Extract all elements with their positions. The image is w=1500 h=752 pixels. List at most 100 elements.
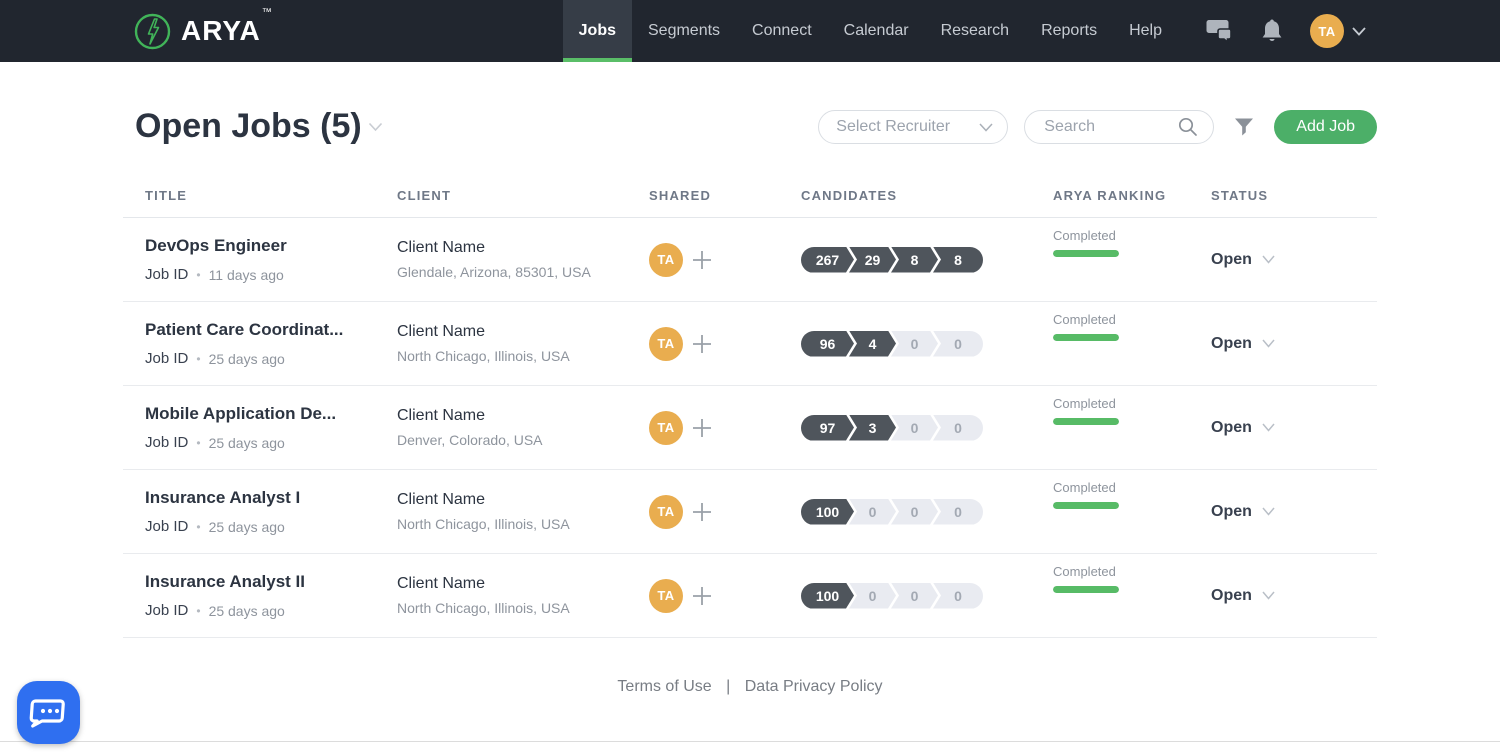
status-dropdown[interactable]: Open <box>1211 335 1377 353</box>
nav-tab-help[interactable]: Help <box>1113 0 1178 62</box>
messages-icon[interactable] <box>1204 18 1234 44</box>
meta-separator-dot: • <box>196 520 200 534</box>
chat-widget-button[interactable] <box>17 681 80 744</box>
shared-cell: TA <box>649 411 801 445</box>
shared-avatar[interactable]: TA <box>649 411 683 445</box>
page-title: Open Jobs (5) <box>135 108 362 145</box>
pipeline-stage-4[interactable]: 8 <box>933 247 983 273</box>
search-input[interactable] <box>1042 117 1177 137</box>
status-dropdown[interactable]: Open <box>1211 503 1377 521</box>
pipeline-stage-2[interactable]: 29 <box>849 247 896 273</box>
add-share-button[interactable] <box>689 247 715 273</box>
page-header: Open Jobs (5) Select Recruiter Add Job <box>135 100 1377 154</box>
title-cell: Patient Care Coordinat... Job ID • 25 da… <box>145 320 397 367</box>
user-menu[interactable]: TA <box>1310 14 1366 48</box>
pipeline-stage-1[interactable]: 100 <box>801 583 854 609</box>
pipeline-stage-3[interactable]: 0 <box>891 583 938 609</box>
pipeline-stage-1[interactable]: 100 <box>801 499 854 525</box>
chevron-down-icon <box>1262 591 1275 600</box>
page-title-dropdown[interactable]: Open Jobs (5) <box>135 108 383 145</box>
nav-tab-jobs[interactable]: Jobs <box>563 0 632 62</box>
plus-icon <box>689 331 715 357</box>
logo-bolt-icon <box>134 13 171 50</box>
add-share-button[interactable] <box>689 583 715 609</box>
search-icon[interactable] <box>1177 116 1199 138</box>
job-title-link[interactable]: DevOps Engineer <box>145 236 287 256</box>
ranking-status-label: Completed <box>1053 564 1211 579</box>
avatar[interactable]: TA <box>1310 14 1344 48</box>
job-id-link[interactable]: Job ID <box>145 602 188 619</box>
pipeline-stage-1[interactable]: 97 <box>801 415 854 441</box>
jobs-table-header: TITLECLIENTSHAREDCANDIDATESARYA RANKINGS… <box>123 175 1377 218</box>
meta-separator-dot: • <box>196 604 200 618</box>
pipeline-stage-3[interactable]: 0 <box>891 331 938 357</box>
nav-tab-reports[interactable]: Reports <box>1025 0 1113 62</box>
pipeline-stage-2[interactable]: 4 <box>849 331 896 357</box>
pipeline-stage-1[interactable]: 96 <box>801 331 854 357</box>
job-id-link[interactable]: Job ID <box>145 518 188 535</box>
job-id-link[interactable]: Job ID <box>145 434 188 451</box>
nav-tab-calendar[interactable]: Calendar <box>828 0 925 62</box>
job-id-link[interactable]: Job ID <box>145 266 188 283</box>
add-share-button[interactable] <box>689 499 715 525</box>
status-dropdown[interactable]: Open <box>1211 587 1377 605</box>
add-job-button[interactable]: Add Job <box>1274 110 1377 144</box>
add-share-button[interactable] <box>689 331 715 357</box>
title-caret-icon <box>368 122 383 132</box>
pipeline-stage-2[interactable]: 3 <box>849 415 896 441</box>
pipeline-stage-3[interactable]: 0 <box>891 499 938 525</box>
client-location: North Chicago, Illinois, USA <box>397 600 649 616</box>
shared-avatar[interactable]: TA <box>649 327 683 361</box>
pipeline-stage-3[interactable]: 8 <box>891 247 938 273</box>
pipeline-stage-4[interactable]: 0 <box>933 331 983 357</box>
pipeline-stage-2[interactable]: 0 <box>849 583 896 609</box>
arya-ranking-cell: Completed <box>1053 312 1211 341</box>
plus-icon <box>689 499 715 525</box>
client-cell: Client Name North Chicago, Illinois, USA <box>397 575 649 616</box>
status-dropdown[interactable]: Open <box>1211 251 1377 269</box>
data-privacy-policy-link[interactable]: Data Privacy Policy <box>745 678 883 695</box>
client-name: Client Name <box>397 575 649 593</box>
pipeline-stage-3[interactable]: 0 <box>891 415 938 441</box>
ranking-progress-bar <box>1053 502 1119 509</box>
client-location: Glendale, Arizona, 85301, USA <box>397 264 649 280</box>
nav-tab-research[interactable]: Research <box>925 0 1025 62</box>
arya-logo[interactable]: ARYA™ <box>134 0 272 62</box>
job-title-link[interactable]: Patient Care Coordinat... <box>145 320 343 340</box>
nav-tabs: JobsSegmentsConnectCalendarResearchRepor… <box>563 0 1178 62</box>
filter-button[interactable] <box>1232 115 1256 139</box>
ranking-progress-bar <box>1053 250 1119 257</box>
terms-of-use-link[interactable]: Terms of Use <box>617 678 711 695</box>
nav-tab-segments[interactable]: Segments <box>632 0 736 62</box>
status-value: Open <box>1211 251 1252 269</box>
ranking-status-label: Completed <box>1053 396 1211 411</box>
client-cell: Client Name Denver, Colorado, USA <box>397 407 649 448</box>
pipeline-stage-4[interactable]: 0 <box>933 499 983 525</box>
shared-avatar[interactable]: TA <box>649 495 683 529</box>
candidates-cell: 2672988 <box>801 247 1053 273</box>
pipeline-stage-4[interactable]: 0 <box>933 583 983 609</box>
add-share-button[interactable] <box>689 415 715 441</box>
client-name: Client Name <box>397 491 649 509</box>
status-dropdown[interactable]: Open <box>1211 419 1377 437</box>
job-title-link[interactable]: Mobile Application De... <box>145 404 336 424</box>
arya-ranking-cell: Completed <box>1053 396 1211 425</box>
jobs-table: TITLECLIENTSHAREDCANDIDATESARYA RANKINGS… <box>123 175 1377 638</box>
trademark-mark: ™ <box>262 7 273 18</box>
pipeline-stage-1[interactable]: 267 <box>801 247 854 273</box>
client-name: Client Name <box>397 407 649 425</box>
ranking-status-label: Completed <box>1053 312 1211 327</box>
nav-tab-connect[interactable]: Connect <box>736 0 828 62</box>
pipeline-stage-4[interactable]: 0 <box>933 415 983 441</box>
job-title-link[interactable]: Insurance Analyst I <box>145 488 300 508</box>
bell-icon[interactable] <box>1260 17 1284 45</box>
client-name: Client Name <box>397 323 649 341</box>
shared-cell: TA <box>649 579 801 613</box>
shared-avatar[interactable]: TA <box>649 243 683 277</box>
job-title-link[interactable]: Insurance Analyst II <box>145 572 305 592</box>
recruiter-select[interactable]: Select Recruiter <box>818 110 1008 144</box>
pipeline-stage-2[interactable]: 0 <box>849 499 896 525</box>
shared-avatar[interactable]: TA <box>649 579 683 613</box>
chevron-down-icon <box>979 123 993 132</box>
job-id-link[interactable]: Job ID <box>145 350 188 367</box>
